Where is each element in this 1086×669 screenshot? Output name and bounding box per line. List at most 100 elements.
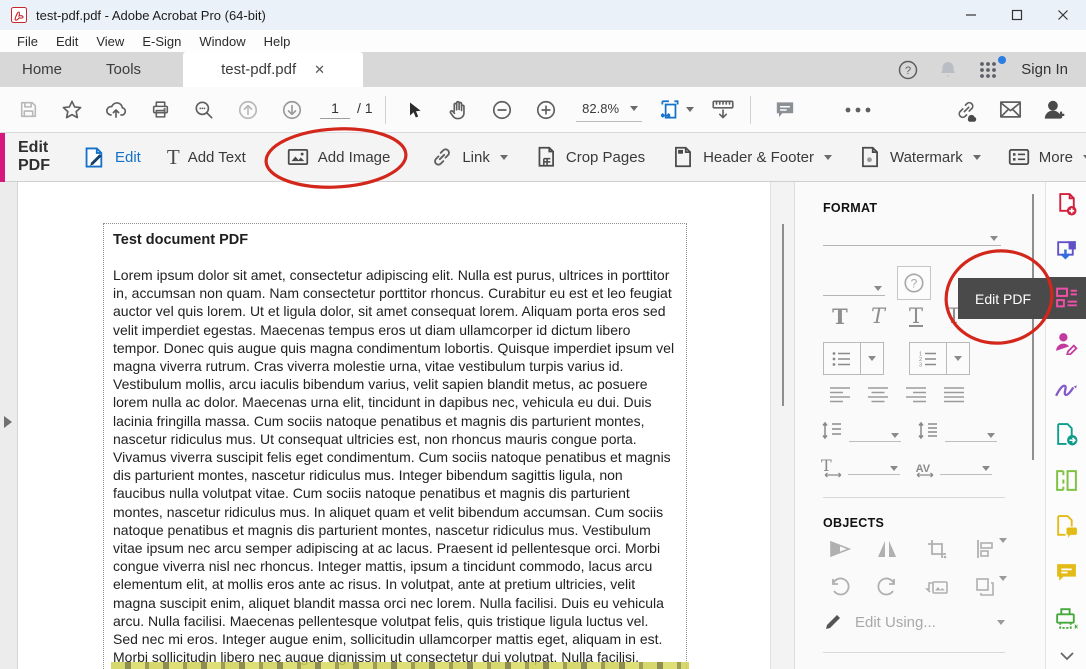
zoom-out-icon[interactable] bbox=[480, 99, 524, 121]
align-right-button[interactable] bbox=[897, 386, 935, 403]
fill-and-sign-icon[interactable] bbox=[1054, 376, 1079, 401]
align-objects-button[interactable] bbox=[965, 538, 1015, 560]
add-image-button[interactable]: Add Image bbox=[286, 145, 391, 169]
menu-window[interactable]: Window bbox=[190, 34, 254, 49]
scrollbar-thumb[interactable] bbox=[782, 224, 784, 406]
bold-button[interactable]: T bbox=[821, 304, 859, 329]
chevron-down-icon bbox=[500, 155, 508, 160]
document-body-text: Lorem ipsum dolor sit amet, consectetur … bbox=[113, 266, 677, 669]
tab-close-icon[interactable]: ✕ bbox=[314, 62, 325, 78]
bullet-list-icon[interactable] bbox=[824, 343, 860, 374]
numbered-list-icon[interactable]: 123 bbox=[910, 343, 946, 374]
more-tools-ellipsis-icon[interactable] bbox=[813, 106, 903, 114]
paragraph-spacing-input[interactable] bbox=[945, 433, 997, 442]
share-with-people-icon[interactable] bbox=[1032, 97, 1076, 123]
print-icon[interactable] bbox=[138, 99, 182, 120]
rotate-clockwise-button[interactable] bbox=[865, 576, 909, 598]
align-left-button[interactable] bbox=[821, 386, 859, 403]
share-cloud-icon[interactable] bbox=[94, 99, 138, 121]
save-icon[interactable] bbox=[6, 99, 50, 120]
comment-icon[interactable] bbox=[757, 98, 813, 122]
menu-esign[interactable]: E-Sign bbox=[133, 34, 190, 49]
zoom-in-icon[interactable] bbox=[524, 99, 568, 121]
more-label: More bbox=[1039, 149, 1073, 166]
format-panel: FORMAT ? T T T T 123 bbox=[794, 182, 1045, 669]
measure-tool-button[interactable] bbox=[710, 98, 736, 122]
menu-view[interactable]: View bbox=[87, 34, 133, 49]
email-icon[interactable] bbox=[988, 97, 1032, 122]
replace-image-button[interactable] bbox=[915, 576, 959, 598]
bullet-list-button-group[interactable] bbox=[823, 342, 884, 375]
tab-document[interactable]: test-pdf.pdf ✕ bbox=[183, 52, 363, 87]
document-scrollbar[interactable] bbox=[770, 182, 794, 669]
add-image-label: Add Image bbox=[318, 149, 391, 166]
font-family-select[interactable] bbox=[823, 220, 1001, 246]
italic-button[interactable]: T bbox=[859, 304, 897, 329]
compare-files-icon[interactable] bbox=[1054, 514, 1079, 539]
panel-scrollbar-thumb[interactable] bbox=[1032, 194, 1034, 460]
tab-tools[interactable]: Tools bbox=[84, 52, 163, 87]
page-number-input[interactable]: 1 bbox=[320, 100, 350, 119]
pdf-text-block[interactable]: Test document PDF Lorem ipsum dolor sit … bbox=[103, 223, 687, 669]
crop-pages-button[interactable]: Crop Pages bbox=[534, 145, 645, 169]
character-spacing-input[interactable] bbox=[940, 466, 992, 475]
add-text-button[interactable]: T Add Text bbox=[167, 147, 246, 168]
next-page-icon[interactable] bbox=[270, 99, 314, 121]
minimize-button[interactable] bbox=[948, 0, 994, 30]
crop-object-button[interactable] bbox=[915, 538, 959, 560]
print-production-icon[interactable] bbox=[1054, 606, 1079, 631]
header-footer-button[interactable]: Header & Footer bbox=[671, 145, 832, 169]
arrange-objects-button[interactable] bbox=[965, 576, 1015, 598]
crop-pages-label: Crop Pages bbox=[566, 149, 645, 166]
bullet-list-dropdown[interactable] bbox=[860, 343, 883, 374]
tab-home[interactable]: Home bbox=[0, 52, 84, 87]
expand-left-panel-icon[interactable] bbox=[4, 416, 12, 428]
flip-horizontal-button[interactable] bbox=[865, 538, 909, 560]
horizontal-scale-input[interactable] bbox=[848, 466, 900, 475]
help-icon[interactable]: ? bbox=[893, 59, 923, 81]
rail-more-chevron-icon[interactable] bbox=[1054, 644, 1079, 669]
format-panel-title: FORMAT bbox=[823, 201, 877, 215]
send-for-review-icon[interactable] bbox=[1054, 422, 1079, 447]
flip-vertical-button[interactable] bbox=[821, 538, 859, 560]
edit-pdf-tool-icon[interactable] bbox=[1054, 285, 1079, 310]
create-pdf-icon[interactable] bbox=[1054, 192, 1079, 217]
watermark-button[interactable]: Watermark bbox=[858, 145, 981, 169]
share-link-icon[interactable] bbox=[944, 97, 988, 123]
zoom-level-select[interactable]: 82.8% bbox=[576, 98, 642, 122]
menu-help[interactable]: Help bbox=[255, 34, 300, 49]
maximize-button[interactable] bbox=[994, 0, 1040, 30]
close-window-button[interactable] bbox=[1040, 0, 1086, 30]
link-button[interactable]: Link bbox=[430, 145, 508, 169]
menu-edit[interactable]: Edit bbox=[47, 34, 87, 49]
numbered-list-button-group[interactable]: 123 bbox=[909, 342, 970, 375]
numbered-list-dropdown[interactable] bbox=[946, 343, 969, 374]
previous-page-icon[interactable] bbox=[226, 99, 270, 121]
fit-width-select[interactable] bbox=[658, 98, 694, 122]
panel-divider bbox=[823, 497, 1005, 498]
search-icon[interactable] bbox=[182, 99, 226, 121]
toolbar-divider bbox=[750, 96, 751, 124]
align-justify-button[interactable] bbox=[935, 386, 973, 403]
organize-pages-icon[interactable] bbox=[1054, 468, 1079, 493]
format-help-button[interactable]: ? bbox=[897, 266, 931, 300]
app-grid-icon[interactable] bbox=[973, 60, 1003, 80]
hand-tool-icon[interactable] bbox=[436, 99, 480, 121]
underline-button[interactable]: T bbox=[897, 304, 935, 329]
line-spacing-input[interactable] bbox=[849, 433, 901, 442]
notifications-bell-icon[interactable] bbox=[933, 59, 963, 81]
export-pdf-icon[interactable] bbox=[1054, 238, 1079, 263]
sign-in-button[interactable]: Sign In bbox=[1021, 61, 1068, 78]
edit-using-button[interactable]: Edit Using... bbox=[823, 612, 1005, 632]
rotate-counterclockwise-button[interactable] bbox=[821, 576, 859, 598]
align-center-button[interactable] bbox=[859, 386, 897, 403]
more-button[interactable]: More bbox=[1007, 145, 1086, 169]
request-signatures-icon[interactable] bbox=[1054, 330, 1079, 355]
svg-text:?: ? bbox=[905, 65, 911, 77]
select-tool-icon[interactable] bbox=[392, 100, 436, 120]
menu-file[interactable]: File bbox=[8, 34, 47, 49]
comment-tool-icon[interactable] bbox=[1054, 560, 1079, 585]
favorites-star-icon[interactable] bbox=[50, 99, 94, 121]
font-size-select[interactable] bbox=[823, 270, 885, 296]
edit-button[interactable]: Edit bbox=[82, 145, 141, 170]
